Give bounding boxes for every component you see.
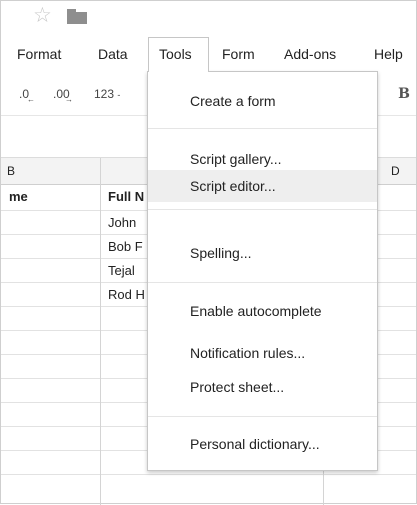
menu-form[interactable]: Form bbox=[215, 37, 262, 71]
cell-full-name[interactable]: Bob F bbox=[104, 235, 143, 259]
menu-tools[interactable]: Tools bbox=[148, 37, 209, 72]
cell-full-name[interactable]: John bbox=[104, 211, 136, 235]
increase-decimal-button[interactable]: .00 → bbox=[53, 87, 73, 104]
cell-full-name[interactable]: Tejal bbox=[104, 259, 135, 283]
menu-item-spelling[interactable]: Spelling... bbox=[148, 237, 377, 269]
menu-item-script-editor[interactable]: Script editor... bbox=[148, 170, 377, 202]
cell-full-name[interactable]: Rod H bbox=[104, 283, 145, 307]
column-divider bbox=[100, 158, 101, 505]
menu-data[interactable]: Data bbox=[91, 37, 135, 71]
menu-separator bbox=[148, 282, 377, 283]
bold-button[interactable]: B bbox=[398, 86, 410, 102]
menu-help[interactable]: Help bbox=[367, 37, 410, 71]
menu-separator bbox=[148, 128, 377, 129]
tools-menu: Create a form Script gallery... Script e… bbox=[147, 71, 378, 471]
menu-item-notification-rules[interactable]: Notification rules... bbox=[148, 337, 377, 369]
header-cell-name[interactable]: me bbox=[5, 185, 28, 209]
column-header-d[interactable]: D bbox=[391, 158, 400, 185]
menu-bar: Format Data Tools Form Add-ons Help bbox=[1, 37, 416, 72]
folder-icon[interactable] bbox=[67, 9, 87, 24]
menu-item-personal-dictionary[interactable]: Personal dictionary... bbox=[148, 428, 377, 460]
column-header-b[interactable]: B bbox=[7, 158, 15, 185]
menu-item-protect-sheet[interactable]: Protect sheet... bbox=[148, 371, 377, 403]
more-formats-button[interactable]: 123 - bbox=[94, 87, 120, 101]
title-bar: ☆ bbox=[1, 1, 416, 33]
menu-item-create-form[interactable]: Create a form bbox=[148, 85, 377, 117]
menu-separator bbox=[148, 209, 377, 210]
header-cell-full-name[interactable]: Full N bbox=[104, 185, 144, 209]
menu-add-ons[interactable]: Add-ons bbox=[277, 37, 343, 71]
chevron-down-icon: - bbox=[117, 90, 121, 100]
arrow-right-icon: → bbox=[65, 95, 73, 104]
decrease-decimal-button[interactable]: .0 ← bbox=[19, 87, 35, 104]
arrow-left-icon: ← bbox=[27, 95, 35, 104]
menu-item-enable-autocomplete[interactable]: Enable autocomplete bbox=[148, 295, 377, 327]
menu-format[interactable]: Format bbox=[10, 37, 68, 71]
menu-separator bbox=[148, 416, 377, 417]
star-icon[interactable]: ☆ bbox=[33, 5, 52, 26]
